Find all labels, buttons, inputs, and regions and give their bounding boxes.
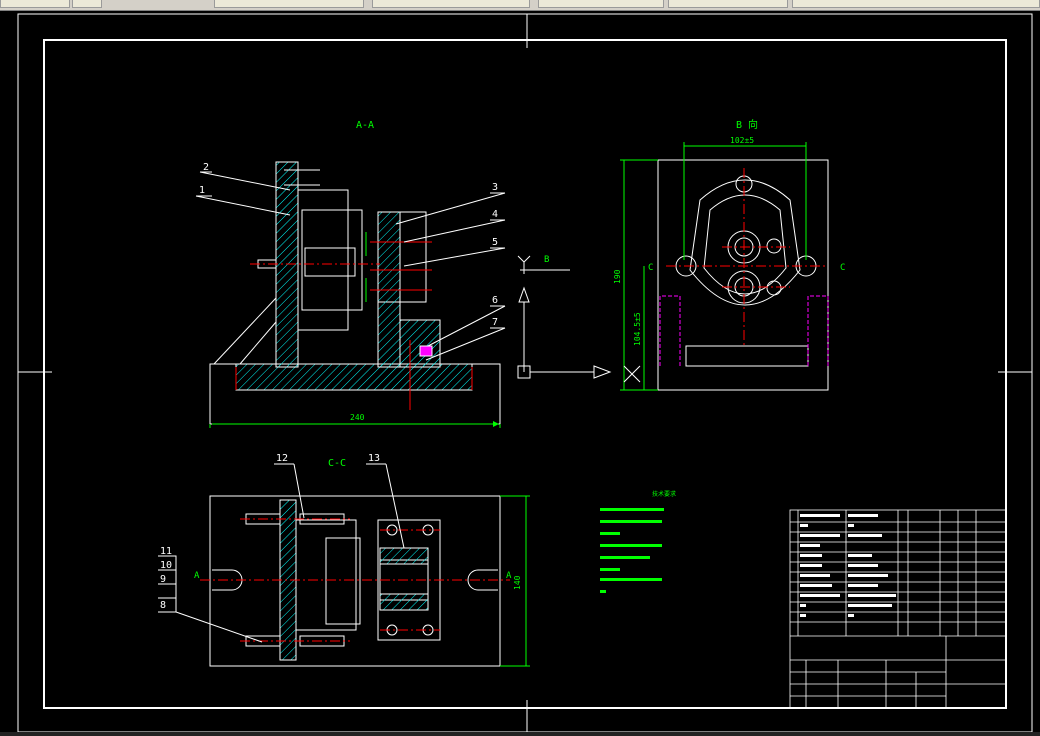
balloon-9: 9 <box>160 574 166 585</box>
notes-title: 技术要求 <box>652 490 676 498</box>
balloon-labels-c-c: 12 13 11 10 9 8 <box>160 453 380 611</box>
balloon-6: 6 <box>492 295 498 306</box>
taskbar-item-3[interactable] <box>214 0 364 8</box>
balloon-8: 8 <box>160 600 166 611</box>
view-c-c-title: C-C <box>328 458 346 469</box>
balloon-10: 10 <box>160 560 172 571</box>
section-arrow-b <box>517 255 612 379</box>
section-mark-a-right: A <box>506 571 512 581</box>
dim-240: 240 <box>350 413 365 422</box>
section-mark-a-left: A <box>194 571 200 581</box>
title-block-text <box>800 514 896 617</box>
dim-102: 102±5 <box>730 136 754 145</box>
dim-190: 190 <box>613 269 622 284</box>
section-mark-b: B <box>544 255 549 265</box>
balloon-4: 4 <box>492 209 498 220</box>
dim-104: 104.5±5 <box>633 312 642 346</box>
view-b-title: B 向 <box>736 118 758 131</box>
view-a-a-title: A-A <box>356 120 374 131</box>
taskbar-item-4[interactable] <box>372 0 530 8</box>
view-a-a: A-A 240 <box>209 120 501 428</box>
balloon-1: 1 <box>199 185 205 196</box>
cad-drawing-canvas[interactable]: A-A 240 2 1 3 4 5 6 7 B B 向 102±5 190 10… <box>0 10 1040 736</box>
balloon-11: 11 <box>160 546 172 557</box>
dim-140: 140 <box>513 575 522 590</box>
balloon-12: 12 <box>276 453 288 464</box>
technical-notes: 技术要求 <box>600 490 676 593</box>
view-b: B 向 102±5 190 104.5±5 C C <box>613 118 845 391</box>
taskbar-item-6[interactable] <box>668 0 788 8</box>
taskbar-item-7[interactable] <box>792 0 1040 8</box>
section-mark-c-left: C <box>648 263 653 273</box>
balloon-2: 2 <box>203 162 209 173</box>
view-c-c: C-C 140 A A <box>194 458 530 667</box>
taskbar-item-2[interactable] <box>72 0 102 8</box>
section-mark-c-right: C <box>840 263 845 273</box>
balloon-5: 5 <box>492 237 498 248</box>
taskbar-item-1[interactable] <box>0 0 70 8</box>
sheet-border <box>17 13 1033 733</box>
status-bar <box>0 732 1040 736</box>
taskbar-item-5[interactable] <box>538 0 664 8</box>
balloon-13: 13 <box>368 453 380 464</box>
balloon-7: 7 <box>492 317 498 328</box>
balloon-3: 3 <box>492 182 498 193</box>
balloon-labels-a-a: 2 1 3 4 5 6 7 <box>199 162 498 328</box>
title-block <box>789 509 1007 709</box>
balloons-a-a <box>195 171 506 361</box>
